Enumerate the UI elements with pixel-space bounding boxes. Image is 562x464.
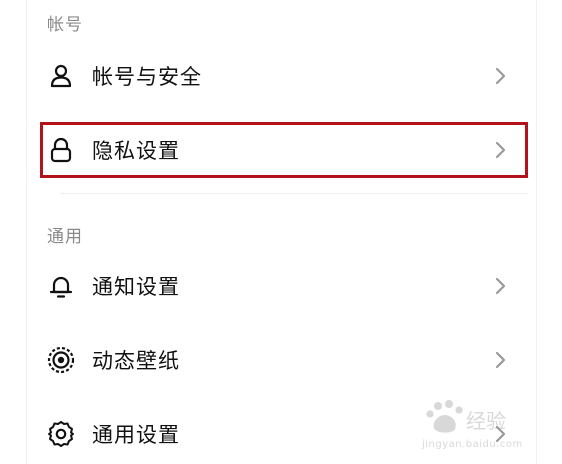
chevron-right-icon: [494, 66, 508, 86]
gear-icon: [46, 419, 76, 449]
paw-logo-icon: 经验: [426, 400, 506, 433]
row-label: 隐私设置: [92, 139, 180, 163]
row-label: 帐号与安全: [92, 65, 202, 89]
row-dynamic-wallpaper[interactable]: 动态壁纸: [40, 332, 528, 388]
row-label: 通用设置: [92, 423, 180, 447]
row-label: 通知设置: [92, 275, 180, 299]
chevron-right-icon: [494, 350, 508, 370]
chevron-right-icon: [494, 140, 508, 160]
row-notification-settings[interactable]: 通知设置: [40, 258, 528, 314]
row-label: 动态壁纸: [92, 349, 180, 373]
svg-text:经验: 经验: [466, 409, 506, 433]
baidu-jingyan-watermark: 经验 jingyan.baidu.com: [422, 398, 532, 452]
row-account-security[interactable]: 帐号与安全: [40, 48, 528, 104]
user-icon: [46, 61, 76, 91]
section-divider: [60, 193, 528, 194]
chevron-right-icon: [494, 276, 508, 296]
section-header-general: 通用: [47, 227, 83, 247]
section-header-account: 帐号: [47, 15, 83, 35]
bell-icon: [46, 271, 76, 301]
row-privacy-settings[interactable]: 隐私设置: [40, 122, 528, 178]
lock-icon: [46, 135, 76, 165]
watermark-url: jingyan.baidu.com: [422, 439, 523, 450]
target-icon: [46, 345, 76, 375]
